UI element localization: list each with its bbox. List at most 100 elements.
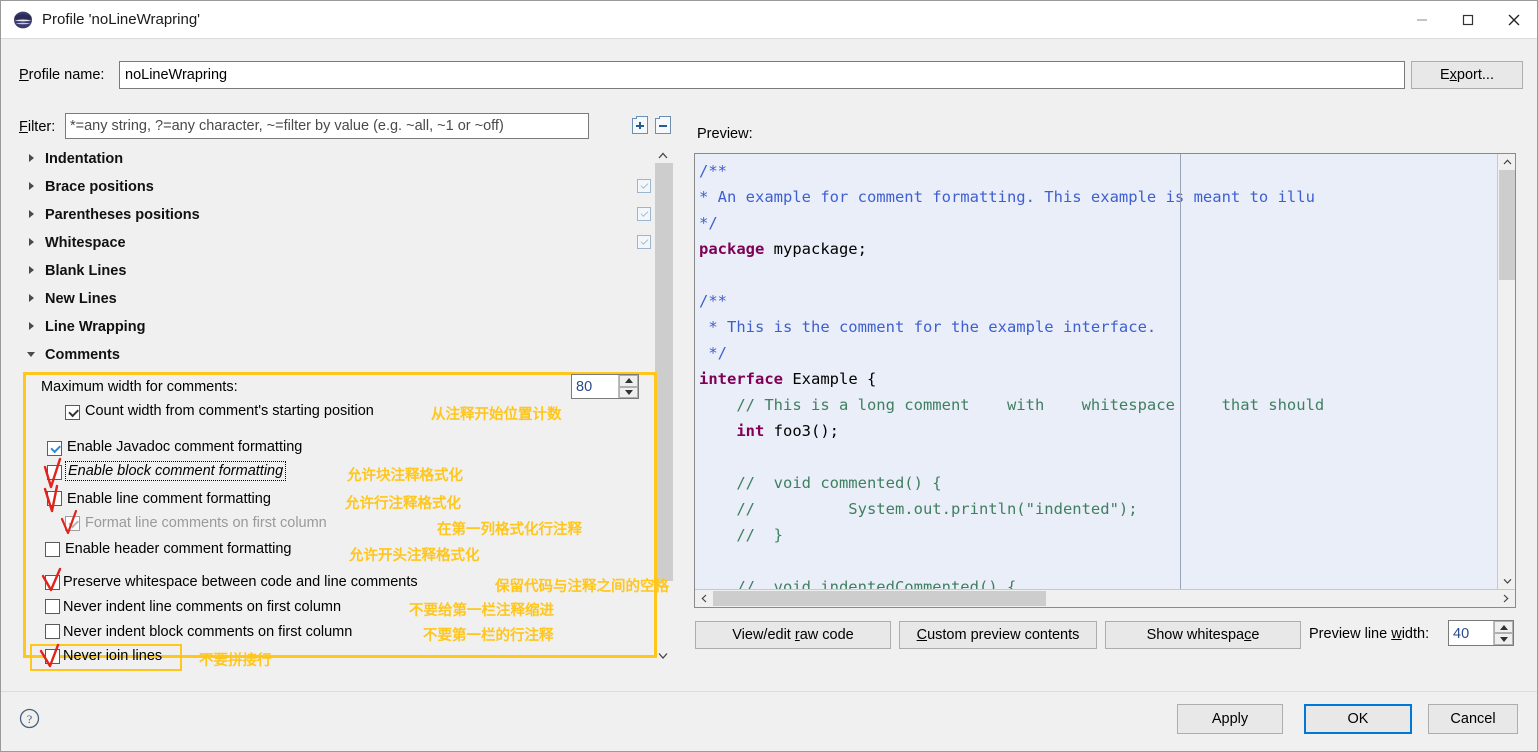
chevron-right-icon[interactable]: [27, 181, 39, 193]
checkbox-preserve-whitespace[interactable]: [45, 575, 60, 590]
annotation-enable-line-comment: 允许行注释格式化: [345, 496, 461, 512]
code-token: // This is a long comment with whitespac…: [699, 396, 1325, 414]
checkbox-format-line-comments-first-column[interactable]: [65, 516, 80, 531]
view-edit-raw-code-button[interactable]: View/edit raw code: [695, 621, 891, 649]
profile-formatter-dialog: Profile 'noLineWrapring' Profile name: E…: [0, 0, 1538, 752]
cancel-button[interactable]: Cancel: [1428, 704, 1518, 734]
tree-item-checkbox[interactable]: [637, 235, 651, 249]
help-icon[interactable]: ?: [19, 708, 40, 729]
scrollbar-thumb[interactable]: [655, 163, 673, 581]
label-enable-header-comment: Enable header comment formatting: [65, 541, 292, 557]
tree-item-label: Line Wrapping: [45, 319, 146, 335]
label-enable-javadoc: Enable Javadoc comment formatting: [67, 439, 303, 455]
code-token: Example {: [792, 370, 877, 388]
checkbox-enable-header-comment[interactable]: [45, 542, 60, 557]
preview-vertical-scrollbar[interactable]: [1497, 154, 1515, 589]
tree-item-checkbox[interactable]: [637, 179, 651, 193]
preview-code[interactable]: /** * An example for comment formatting. …: [695, 154, 1497, 589]
checkbox-enable-block-comment[interactable]: [47, 465, 62, 480]
tree-item-line-wrapping[interactable]: Line Wrapping: [9, 313, 673, 341]
print-margin-line: [1180, 154, 1181, 589]
chevron-right-icon[interactable]: [27, 321, 39, 333]
annotation-never-indent-line-comments: 不要给第一栏注释缩进: [409, 603, 554, 619]
tree-item-new-lines[interactable]: New Lines: [9, 285, 673, 313]
show-whitespace-button[interactable]: Show whitespace: [1105, 621, 1301, 649]
annotation-enable-block-comment: 允许块注释格式化: [347, 468, 463, 484]
tree-item-comments[interactable]: Comments: [9, 341, 673, 369]
tree-item-label: New Lines: [45, 291, 117, 307]
tree-item-whitespace[interactable]: Whitespace: [9, 229, 673, 257]
checkbox-count-width[interactable]: [65, 405, 80, 420]
code-token: // void indentedCommented() {: [699, 578, 1017, 589]
code-token: */: [699, 344, 727, 362]
apply-button[interactable]: Apply: [1177, 704, 1283, 734]
export-button[interactable]: Export...: [1411, 61, 1523, 89]
svg-text:?: ?: [27, 712, 32, 726]
preview-line-width-value[interactable]: 40: [1449, 621, 1493, 645]
preview-line-width-label: Preview line width:: [1309, 626, 1430, 642]
code-line: */: [699, 210, 1497, 236]
spinner-down-icon[interactable]: [619, 386, 638, 398]
chevron-right-icon[interactable]: [27, 209, 39, 221]
code-line: // System.out.println("indented");: [699, 496, 1497, 522]
checkbox-never-indent-line-comments[interactable]: [45, 599, 60, 614]
profile-name-label: Profile name:: [19, 67, 105, 83]
scroll-right-icon[interactable]: [1497, 590, 1515, 607]
tree-item-label: Whitespace: [45, 235, 126, 251]
ok-button[interactable]: OK: [1304, 704, 1412, 734]
checkbox-never-indent-block-comments[interactable]: [45, 624, 60, 639]
custom-preview-contents-button[interactable]: Custom preview contents: [899, 621, 1097, 649]
code-line: * An example for comment formatting. Thi…: [699, 184, 1497, 210]
maximize-button[interactable]: [1445, 1, 1491, 38]
chevron-right-icon[interactable]: [27, 265, 39, 277]
chevron-right-icon[interactable]: [27, 153, 39, 165]
preview-horizontal-scrollbar[interactable]: [695, 589, 1515, 607]
spinner-up-icon[interactable]: [1494, 621, 1513, 633]
profile-name-input[interactable]: [119, 61, 1405, 89]
annotation-format-line-comments-first-column: 在第一列格式化行注释: [437, 522, 582, 538]
chevron-right-icon[interactable]: [27, 237, 39, 249]
tree-item-blank-lines[interactable]: Blank Lines: [9, 257, 673, 285]
tree-item-label: Parentheses positions: [45, 207, 200, 223]
scrollbar-thumb[interactable]: [1499, 170, 1515, 280]
tree-item-label: Blank Lines: [45, 263, 127, 279]
tree-item-brace-positions[interactable]: Brace positions: [9, 173, 673, 201]
footer-divider: [1, 691, 1537, 692]
tree-item-checkbox[interactable]: [637, 207, 651, 221]
code-token: package: [699, 240, 774, 258]
code-token: // System.out.println("indented");: [699, 500, 1138, 518]
collapse-all-icon[interactable]: [655, 116, 671, 134]
scrollbar-thumb[interactable]: [713, 591, 1046, 606]
spinner-up-icon[interactable]: [619, 375, 638, 387]
checkbox-enable-javadoc[interactable]: [47, 441, 62, 456]
preview-line-width-spinner[interactable]: 40: [1448, 620, 1514, 646]
scroll-up-icon[interactable]: [1498, 154, 1515, 170]
scroll-left-icon[interactable]: [695, 590, 713, 607]
code-line: * This is the comment for the example in…: [699, 314, 1497, 340]
chevron-down-icon[interactable]: [27, 349, 39, 361]
checkbox-never-join-lines[interactable]: [45, 649, 60, 664]
close-button[interactable]: [1491, 1, 1537, 38]
tree-item-parentheses-positions[interactable]: Parentheses positions: [9, 201, 673, 229]
chevron-right-icon[interactable]: [27, 293, 39, 305]
profile-name-row: Profile name: Export...: [1, 61, 1537, 93]
spinner-buttons[interactable]: [1493, 621, 1513, 645]
scroll-up-icon[interactable]: [653, 145, 673, 165]
preview-panel[interactable]: /** * An example for comment formatting. …: [694, 153, 1516, 608]
code-line: // void commented() {: [699, 470, 1497, 496]
filter-input[interactable]: [65, 113, 589, 139]
max-width-value[interactable]: 80: [572, 375, 618, 398]
code-line: // This is a long comment with whitespac…: [699, 392, 1497, 418]
checkbox-enable-line-comment[interactable]: [47, 491, 62, 506]
tree-item-indentation[interactable]: Indentation: [9, 145, 673, 173]
scroll-down-icon[interactable]: [1498, 573, 1515, 589]
max-width-label: Maximum width for comments:: [41, 379, 238, 395]
spinner-down-icon[interactable]: [1494, 633, 1513, 645]
minimize-button[interactable]: [1399, 1, 1445, 38]
max-width-spinner[interactable]: 80: [571, 374, 639, 399]
spinner-buttons[interactable]: [618, 375, 638, 398]
tree-item-label: Brace positions: [45, 179, 154, 195]
expand-all-icon[interactable]: [632, 116, 648, 134]
